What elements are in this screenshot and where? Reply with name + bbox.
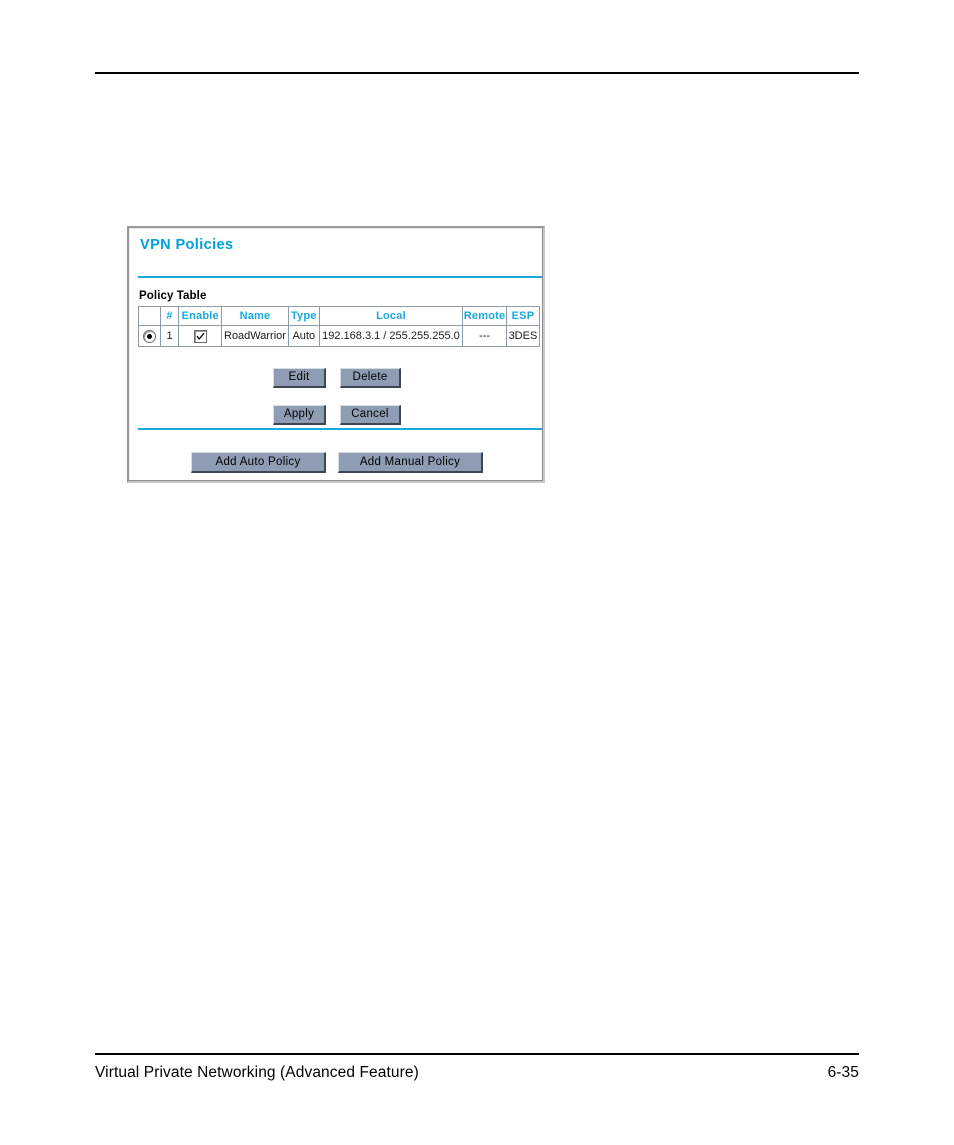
- apply-cancel-button-row: Apply Cancel: [132, 405, 542, 425]
- page-footer-rule: [95, 1053, 859, 1055]
- check-icon: [196, 332, 205, 340]
- footer-page-number: 6-35: [827, 1064, 859, 1081]
- footer-chapter-title: Virtual Private Networking (Advanced Fea…: [95, 1064, 419, 1081]
- page-header-rule: [95, 72, 859, 74]
- edit-delete-button-row: Edit Delete: [132, 368, 542, 388]
- policy-table-label: Policy Table: [139, 290, 207, 302]
- apply-button[interactable]: Apply: [273, 405, 326, 425]
- row-type: Auto: [287, 325, 320, 347]
- page-title: VPN Policies: [140, 237, 234, 253]
- cancel-button[interactable]: Cancel: [340, 405, 401, 425]
- row-num: 1: [159, 325, 180, 347]
- add-auto-policy-button[interactable]: Add Auto Policy: [191, 452, 326, 473]
- edit-button[interactable]: Edit: [273, 368, 326, 388]
- delete-button[interactable]: Delete: [340, 368, 401, 388]
- row-select-cell[interactable]: [138, 325, 161, 347]
- column-header-local: Local: [318, 306, 464, 326]
- divider-bottom: [138, 428, 542, 430]
- policy-select-radio[interactable]: [142, 329, 156, 343]
- policy-enable-checkbox[interactable]: [193, 329, 207, 343]
- column-header-esp: ESP: [505, 306, 541, 326]
- add-policy-button-row: Add Auto Policy Add Manual Policy: [132, 452, 542, 473]
- divider-top: [138, 276, 542, 278]
- column-header-type: Type: [287, 306, 320, 326]
- row-esp: 3DES: [505, 325, 541, 347]
- column-header-name: Name: [221, 306, 289, 326]
- column-header-select: [138, 306, 161, 326]
- table-row: 1 RoadWarrior Auto 192.168.3.1 / 255.255…: [138, 325, 541, 347]
- table-header-row: # Enable Name Type Local Remote ESP: [138, 306, 541, 326]
- policy-table: # Enable Name Type Local Remote ESP 1 Ro…: [138, 306, 541, 347]
- panel-inner-surface: VPN Policies Policy Table # Enable Name …: [132, 230, 542, 478]
- column-header-enable: Enable: [178, 306, 223, 326]
- row-local: 192.168.3.1 / 255.255.255.0: [318, 325, 464, 347]
- column-header-remote: Remote: [462, 306, 507, 326]
- row-name: RoadWarrior: [221, 325, 289, 347]
- page-footer: Virtual Private Networking (Advanced Fea…: [95, 1061, 859, 1085]
- vpn-policies-screenshot-panel: VPN Policies Policy Table # Enable Name …: [127, 226, 545, 483]
- row-enable-cell[interactable]: [178, 325, 223, 347]
- row-remote: ---: [462, 325, 507, 347]
- column-header-num: #: [159, 306, 180, 326]
- add-manual-policy-button[interactable]: Add Manual Policy: [338, 452, 483, 473]
